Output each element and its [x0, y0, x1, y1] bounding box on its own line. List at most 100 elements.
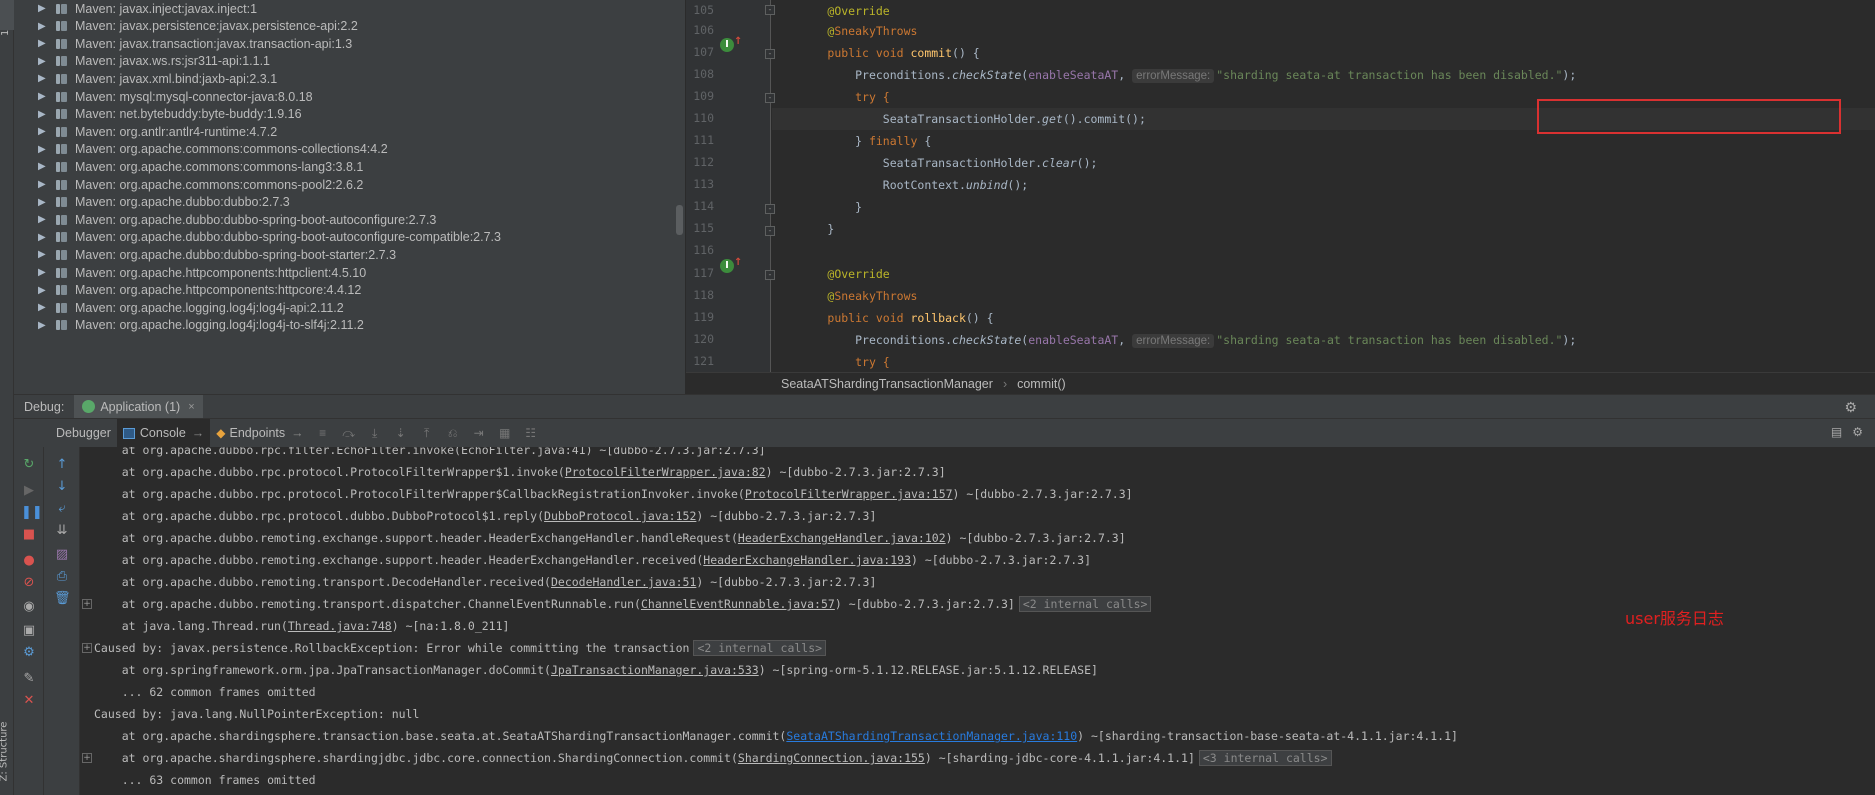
run-to-cursor-icon[interactable]: ⇥ [471, 426, 487, 440]
step-into-icon[interactable]: ⤓ [367, 426, 383, 440]
expand-arrow-icon[interactable]: ▶ [38, 109, 48, 120]
expand-arrow-icon[interactable]: ▶ [38, 21, 48, 32]
stack-frame-link[interactable]: ProtocolFilterWrapper.java:82 [565, 465, 766, 479]
implements-method-icon[interactable]: I [720, 259, 734, 273]
expand-arrow-icon[interactable]: ▶ [38, 179, 48, 190]
resume-icon[interactable]: ▶ [21, 483, 37, 499]
stack-frame-link[interactable]: ShardingConnection.java:155 [738, 751, 925, 765]
view-breakpoints-icon[interactable]: ● [21, 553, 37, 569]
library-icon [56, 143, 69, 155]
tree-scrollbar[interactable] [676, 205, 683, 235]
expand-arrow-icon[interactable]: ▶ [38, 91, 48, 102]
code-editor[interactable]: 105 106 107 108 109 110 111 112 113 114 115 116 117 1… [686, 0, 1875, 394]
settings-icon[interactable]: ⚙ [21, 645, 37, 661]
console-line: ... 62 common frames omitted [94, 685, 316, 699]
code-line-117: @Override [827, 267, 890, 281]
print-icon[interactable]: ⎙ [54, 569, 70, 585]
pin-arrow-icon: → [191, 426, 205, 440]
project-tool-tab[interactable]: 1 [0, 0, 14, 36]
tab-debugger[interactable]: Debugger [50, 419, 117, 448]
step-over-icon[interactable]: ⤼ [341, 426, 357, 440]
pause-icon[interactable]: ❚❚ [21, 505, 43, 521]
trace-icon[interactable]: ☷ [523, 426, 539, 440]
internal-calls-badge[interactable]: <2 internal calls> [693, 640, 827, 656]
expand-arrow-icon[interactable]: ▶ [38, 3, 48, 14]
tree-item-label: Maven: org.apache.dubbo:dubbo-spring-boo… [75, 247, 397, 262]
debug-session-tab[interactable]: Application (1) × [74, 394, 203, 419]
annotation-note: user服务日志 [1625, 609, 1724, 628]
console-line: at org.apache.dubbo.remoting.transport.d… [94, 593, 1152, 615]
console-line: at org.apache.dubbo.remoting.transport.D… [94, 575, 877, 589]
stack-frame-link[interactable]: Thread.java:748 [288, 619, 392, 633]
stack-frame-link[interactable]: DecodeHandler.java:51 [551, 575, 696, 589]
implements-method-icon[interactable]: I [720, 38, 734, 52]
expand-arrow-icon[interactable]: ▶ [38, 56, 48, 67]
tree-item-label: Maven: javax.transaction:javax.transacti… [75, 36, 353, 51]
tree-item-label: Maven: org.apache.logging.log4j:log4j-ap… [75, 300, 344, 315]
soft-wrap-icon[interactable]: ⤶ [54, 501, 70, 517]
stack-frame-link[interactable]: HeaderExchangeHandler.java:102 [738, 531, 946, 545]
code-line-121: try { [855, 355, 890, 369]
up-arrow-icon[interactable]: ↑ [54, 457, 70, 473]
close-icon[interactable]: × [188, 401, 194, 413]
breadcrumb-class[interactable]: SeataATShardingTransactionManager [781, 377, 993, 391]
expand-arrow-icon[interactable]: ▶ [38, 232, 48, 243]
stack-frame-link[interactable]: SeataATShardingTransactionManager.java:1… [786, 729, 1077, 743]
gear-icon[interactable]: ⚙ [1844, 399, 1857, 416]
show-execution-point-icon[interactable]: ≡ [315, 426, 331, 440]
expand-arrow-icon[interactable]: ▶ [38, 144, 48, 155]
internal-calls-badge[interactable]: <3 internal calls> [1198, 750, 1332, 766]
expand-arrow-icon[interactable]: ▶ [38, 302, 48, 313]
structure-tool-tab[interactable]: Z: Structure [0, 712, 14, 795]
expand-arrow-icon[interactable]: ▶ [38, 38, 48, 49]
expand-arrow-icon[interactable]: ▶ [38, 249, 48, 260]
filter-icon[interactable]: ▨ [54, 547, 70, 563]
tab-console[interactable]: Console → [116, 418, 211, 448]
down-arrow-icon[interactable]: ↓ [54, 479, 70, 495]
settings-icon[interactable]: ⚙ [1852, 425, 1863, 439]
expand-arrow-icon[interactable]: ▶ [38, 285, 48, 296]
stack-frame-link[interactable]: DubboProtocol.java:152 [544, 509, 696, 523]
expand-arrow-icon[interactable]: ▶ [38, 214, 48, 225]
expand-arrow-icon[interactable]: ▶ [38, 320, 48, 331]
expand-icon[interactable]: + [82, 753, 92, 763]
step-out-icon[interactable]: ⤒ [419, 426, 435, 440]
internal-calls-badge[interactable]: <2 internal calls> [1018, 596, 1152, 612]
stack-frame-link[interactable]: HeaderExchangeHandler.java:193 [703, 553, 911, 567]
force-step-into-icon[interactable]: ⇣ [393, 426, 409, 440]
pin-icon[interactable]: ✎ [21, 671, 37, 687]
console-output[interactable]: at org.apache.dubbo.rpc.filter.EchoFilte… [80, 447, 1875, 795]
scroll-to-end-icon[interactable]: ⇊ [54, 523, 70, 539]
line-number: 119 [693, 310, 714, 324]
restore-layout-icon[interactable]: ▣ [21, 623, 37, 639]
expand-arrow-icon[interactable]: ▶ [38, 161, 48, 172]
breadcrumb-method[interactable]: commit() [1017, 377, 1066, 391]
close-icon[interactable]: ✕ [21, 693, 37, 709]
stack-frame-link[interactable]: JpaTransactionManager.java:533 [551, 663, 759, 677]
expand-arrow-icon[interactable]: ▶ [38, 197, 48, 208]
expand-arrow-icon[interactable]: ▶ [38, 126, 48, 137]
camera-icon[interactable]: ◉ [21, 599, 37, 615]
stop-icon[interactable]: ■ [21, 527, 37, 543]
tree-item-label: Maven: javax.xml.bind:jaxb-api:2.3.1 [75, 71, 278, 86]
mute-breakpoints-icon[interactable]: ⊘ [21, 575, 37, 591]
trash-icon[interactable]: 🗑 [54, 591, 71, 607]
stack-frame-link[interactable]: ProtocolFilterWrapper.java:157 [745, 487, 953, 501]
tree-item[interactable]: ▶ Maven: org.apache.logging.log4j:log4j-t… [14, 315, 674, 336]
tree-item-label: Maven: javax.inject:javax.inject:1 [75, 1, 258, 16]
tab-endpoints[interactable]: ◆ Endpoints → [210, 419, 309, 448]
expand-arrow-icon[interactable]: ▶ [38, 267, 48, 278]
code-area[interactable]: @Override @SneakyThrows public void comm… [772, 0, 1875, 372]
stack-frame-link[interactable]: ChannelEventRunnable.java:57 [641, 597, 835, 611]
expand-icon[interactable]: + [82, 599, 92, 609]
drop-frame-icon[interactable]: ⎌ [445, 426, 461, 440]
tree-item-label: Maven: org.apache.httpcomponents:httpcor… [75, 283, 362, 298]
expand-icon[interactable]: + [82, 643, 92, 653]
layout-icon[interactable]: ▤ [1831, 425, 1842, 439]
debug-toolbar: Debugger Console → ◆ Endpoints → ≡ ⤼ ⤓ ⇣ ⤒ … [14, 418, 1875, 448]
expand-arrow-icon[interactable]: ▶ [38, 73, 48, 84]
evaluate-expression-icon[interactable]: ▦ [497, 426, 513, 440]
console-line: at org.apache.shardingsphere.transaction… [94, 729, 1458, 743]
console-line: at org.apache.dubbo.rpc.filter.EchoFilte… [94, 447, 766, 457]
rerun-icon[interactable]: ↻ [21, 457, 37, 473]
